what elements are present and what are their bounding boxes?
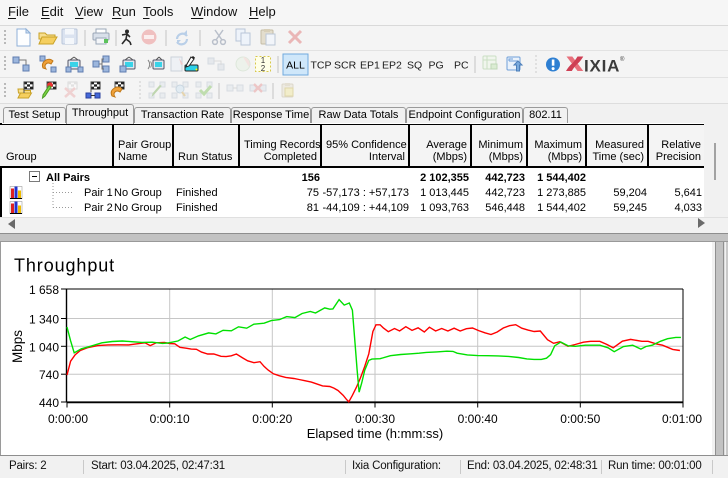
svg-text:1 340: 1 340 [29,313,59,327]
svg-text:SQ: SQ [407,60,422,72]
svg-text:0:00:30: 0:00:30 [355,412,395,426]
svg-text:EP2: EP2 [382,60,402,72]
svg-text:TCP: TCP [311,60,332,72]
svg-text:IXIA: IXIA [584,57,620,76]
svg-text:PG: PG [429,60,444,72]
svg-text:0:01:00: 0:01:00 [662,412,702,426]
svg-text:Throughput: Throughput [14,256,115,276]
svg-text:0:00:00: 0:00:00 [48,412,88,426]
svg-text:EP1: EP1 [360,60,380,72]
svg-text:®: ® [620,56,625,63]
svg-text:740: 740 [39,368,59,382]
svg-text:1 040: 1 040 [29,340,59,354]
svg-text:1 658: 1 658 [29,283,59,297]
svg-text:ALL: ALL [286,60,305,72]
svg-text:0:00:50: 0:00:50 [560,412,600,426]
svg-text:2: 2 [261,64,266,73]
svg-text:0:00:20: 0:00:20 [252,412,292,426]
svg-text:PC: PC [454,60,469,72]
svg-text:Mbps: Mbps [10,330,25,363]
svg-text:Elapsed time (h:mm:ss): Elapsed time (h:mm:ss) [307,426,444,441]
svg-text:SCR: SCR [334,60,357,72]
svg-text:0:00:40: 0:00:40 [458,412,498,426]
svg-text:0:00:10: 0:00:10 [150,412,190,426]
svg-text:440: 440 [39,396,59,410]
